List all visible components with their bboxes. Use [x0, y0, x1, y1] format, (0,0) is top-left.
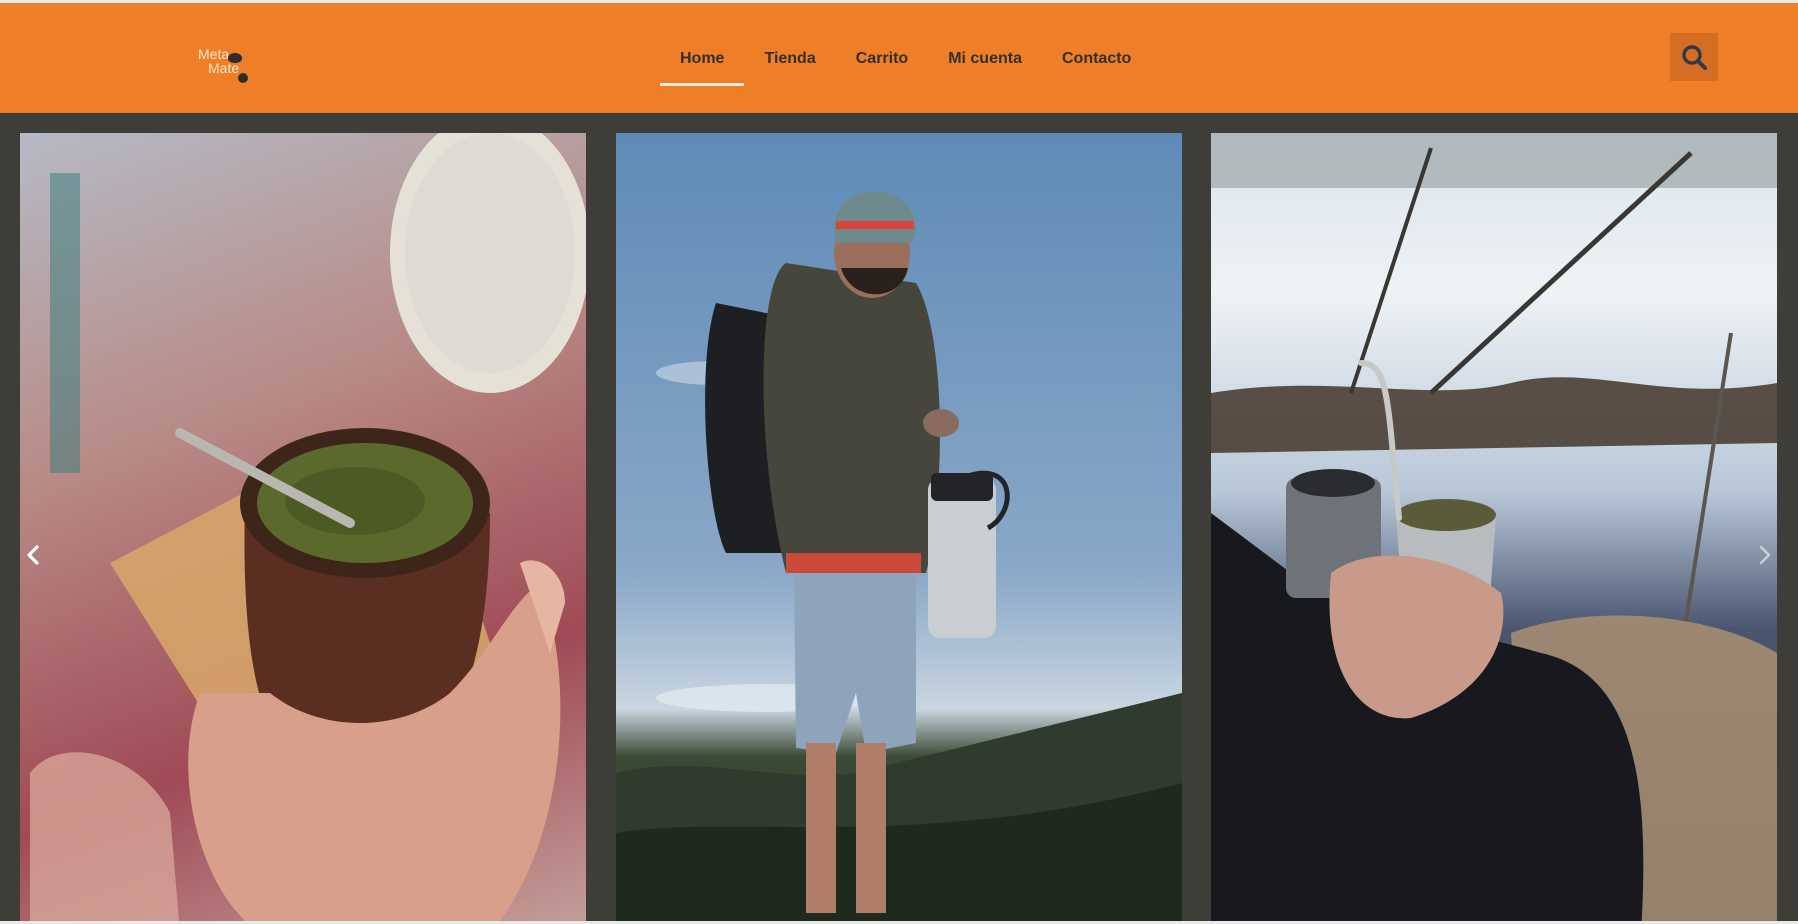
site-logo[interactable]: Meta Mate — [198, 43, 258, 89]
site-frame: Meta Mate Home Tienda Carrito Mi cuenta … — [0, 3, 1798, 921]
carousel-prev-button[interactable] — [22, 543, 46, 567]
page: Meta Mate Home Tienda Carrito Mi cuenta … — [0, 0, 1798, 924]
carousel-next-button[interactable] — [1752, 543, 1776, 567]
logo-gourd-icon — [238, 73, 248, 83]
site-header: Meta Mate Home Tienda Carrito Mi cuenta … — [0, 3, 1798, 113]
chevron-left-icon — [27, 545, 39, 565]
carousel-slide-3[interactable] — [1211, 133, 1777, 921]
carousel-slide-2[interactable] — [616, 133, 1182, 921]
logo-text-line1: Meta — [198, 46, 230, 62]
chevron-right-icon — [1759, 545, 1771, 565]
search-icon — [1682, 45, 1707, 70]
nav-item-tienda[interactable]: Tienda — [744, 35, 835, 83]
nav-item-contacto[interactable]: Contacto — [1042, 35, 1151, 83]
mate-and-thermos-by-lake-photo — [1211, 133, 1777, 921]
image-carousel — [0, 133, 1798, 921]
logo-text-line2: Mate — [208, 60, 240, 76]
hiker-with-thermos-photo — [616, 191, 1182, 921]
mate-gourd-in-hand-photo — [30, 133, 586, 921]
carousel-slide-1[interactable] — [20, 133, 586, 921]
search-button[interactable] — [1670, 33, 1718, 81]
nav-item-carrito[interactable]: Carrito — [836, 35, 928, 83]
main-nav: Home Tienda Carrito Mi cuenta Contacto — [660, 35, 1151, 86]
logo-mate-icon — [228, 53, 242, 63]
nav-item-home[interactable]: Home — [660, 35, 745, 86]
nav-item-mi-cuenta[interactable]: Mi cuenta — [928, 35, 1042, 83]
